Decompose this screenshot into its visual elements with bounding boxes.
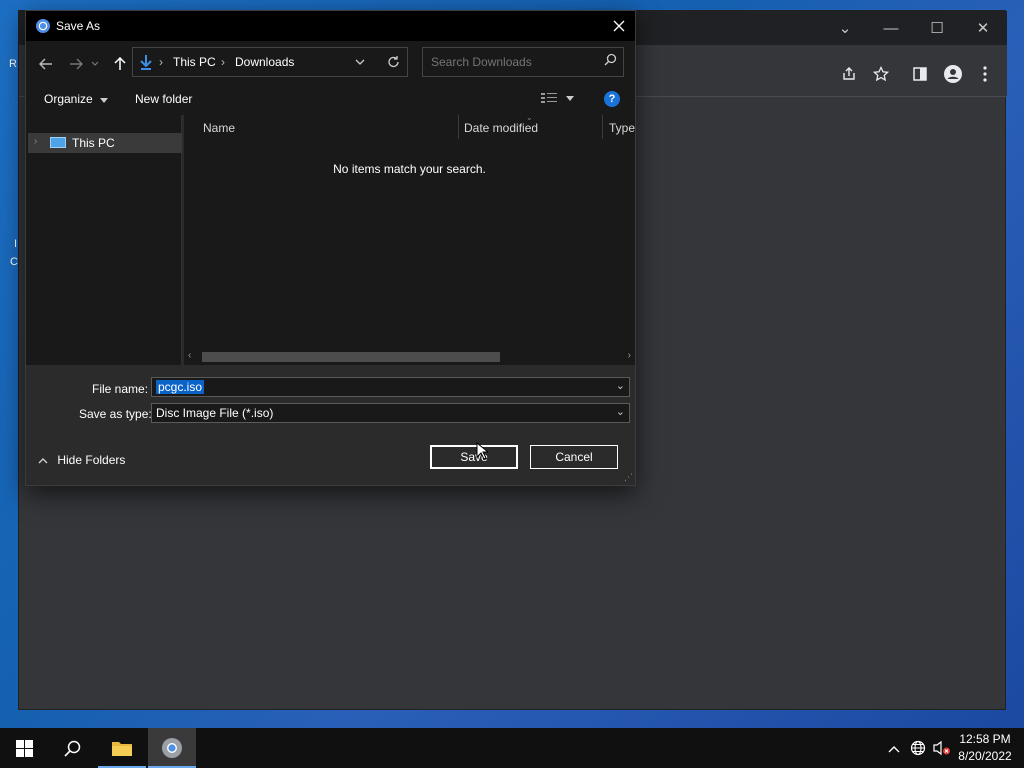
- clock-date: 8/20/2022: [958, 749, 1012, 763]
- bookmark-star-icon[interactable]: [867, 60, 895, 88]
- search-input[interactable]: [431, 54, 591, 70]
- save-button[interactable]: Save: [430, 445, 518, 469]
- forward-arrow-icon[interactable]: [64, 53, 88, 75]
- column-divider[interactable]: [458, 115, 459, 139]
- desktop-icon-label-fragment: R: [9, 58, 17, 70]
- save-as-type-value: Disc Image File (*.iso): [156, 406, 274, 420]
- maximize-icon[interactable]: ☐: [915, 13, 959, 43]
- mouse-cursor-icon: [476, 442, 488, 460]
- back-arrow-icon[interactable]: [34, 53, 58, 75]
- help-icon[interactable]: ?: [604, 91, 620, 107]
- horizontal-scrollbar[interactable]: ‹ ›: [184, 349, 635, 365]
- column-header-date-modified[interactable]: Date modified: [464, 121, 538, 135]
- column-divider[interactable]: [602, 115, 603, 139]
- search-box[interactable]: [422, 47, 624, 77]
- clock-time: 12:58 PM: [959, 732, 1011, 746]
- new-folder-button[interactable]: New folder: [135, 92, 192, 106]
- refresh-icon[interactable]: [387, 55, 400, 69]
- downloads-arrow-icon: [140, 55, 152, 70]
- dialog-titlebar: [26, 11, 635, 41]
- network-globe-icon[interactable]: [910, 740, 926, 759]
- chrome-app-icon: [36, 19, 50, 33]
- profile-avatar-icon[interactable]: [939, 60, 967, 88]
- file-name-field[interactable]: pcgc.iso ⌄: [151, 377, 630, 397]
- breadcrumb-this-pc[interactable]: This PC: [173, 55, 216, 69]
- file-explorer-icon: [112, 742, 132, 756]
- file-name-value[interactable]: pcgc.iso: [156, 380, 205, 394]
- save-as-type-select[interactable]: Disc Image File (*.iso) ⌄: [151, 403, 630, 423]
- column-header-type[interactable]: Type: [609, 121, 635, 135]
- desktop-icon-label-fragment: I: [14, 238, 18, 250]
- taskbar-file-explorer[interactable]: [98, 728, 146, 768]
- scroll-right-icon[interactable]: ›: [628, 350, 631, 361]
- windows-start-icon: [15, 739, 33, 757]
- save-as-type-label: Save as type:: [79, 407, 152, 421]
- hide-folders-button[interactable]: Hide Folders: [38, 453, 125, 467]
- taskbar-search-button[interactable]: [48, 728, 96, 768]
- organize-menu-button[interactable]: Organize: [44, 92, 109, 106]
- tree-item-this-pc[interactable]: › This PC: [28, 133, 182, 153]
- chevron-down-icon[interactable]: ⌄: [616, 405, 625, 418]
- tab-search-chevron-icon[interactable]: ⌄: [823, 13, 867, 43]
- dialog-close-button[interactable]: [604, 11, 634, 41]
- view-options-icon[interactable]: [541, 92, 577, 107]
- breadcrumb-downloads[interactable]: Downloads: [235, 55, 294, 69]
- dialog-title: Save As: [56, 19, 101, 33]
- volume-muted-icon[interactable]: [933, 740, 951, 759]
- tree-item-label: This PC: [72, 136, 115, 150]
- computer-icon: [50, 137, 66, 148]
- column-header-name[interactable]: Name: [203, 121, 235, 135]
- address-dropdown-icon[interactable]: [355, 59, 365, 66]
- scrollbar-thumb[interactable]: [202, 352, 500, 362]
- address-bar[interactable]: › This PC › Downloads: [132, 47, 408, 77]
- file-list: [184, 115, 635, 365]
- side-panel-icon[interactable]: [906, 60, 934, 88]
- resize-grip-icon[interactable]: ⋰: [624, 472, 633, 483]
- chevron-up-icon: [38, 458, 48, 464]
- hide-folders-label: Hide Folders: [57, 453, 126, 467]
- cancel-button[interactable]: Cancel: [530, 445, 618, 469]
- tray-chevron-icon[interactable]: [888, 740, 900, 756]
- minimize-icon[interactable]: —: [869, 13, 913, 43]
- recent-locations-chevron-icon[interactable]: [88, 53, 102, 75]
- taskbar-chrome[interactable]: [148, 728, 196, 768]
- organize-label: Organize: [44, 92, 93, 106]
- search-icon: [604, 53, 617, 69]
- start-button[interactable]: [0, 728, 48, 768]
- scroll-left-icon[interactable]: ‹: [188, 350, 191, 361]
- chevron-down-icon[interactable]: ⌄: [616, 379, 625, 392]
- empty-state-message: No items match your search.: [333, 162, 486, 176]
- share-icon[interactable]: [835, 60, 863, 88]
- file-name-label: File name:: [92, 382, 149, 396]
- search-icon: [63, 740, 80, 757]
- breadcrumb-separator-icon: ›: [221, 55, 225, 69]
- save-as-dialog: Save As › This PC › Downloads Organize N…: [25, 10, 636, 486]
- taskbar-clock[interactable]: 12:58 PM 8/20/2022: [952, 731, 1018, 765]
- expand-chevron-icon[interactable]: ›: [34, 136, 37, 147]
- close-icon[interactable]: ✕: [961, 13, 1005, 43]
- chrome-icon: [162, 738, 182, 758]
- breadcrumb-separator-icon: ›: [159, 55, 163, 69]
- desktop-icon-label-fragment: C: [10, 256, 18, 268]
- menu-kebab-icon[interactable]: [971, 60, 999, 88]
- chevron-down-icon: [100, 98, 109, 103]
- up-arrow-icon[interactable]: [108, 53, 132, 75]
